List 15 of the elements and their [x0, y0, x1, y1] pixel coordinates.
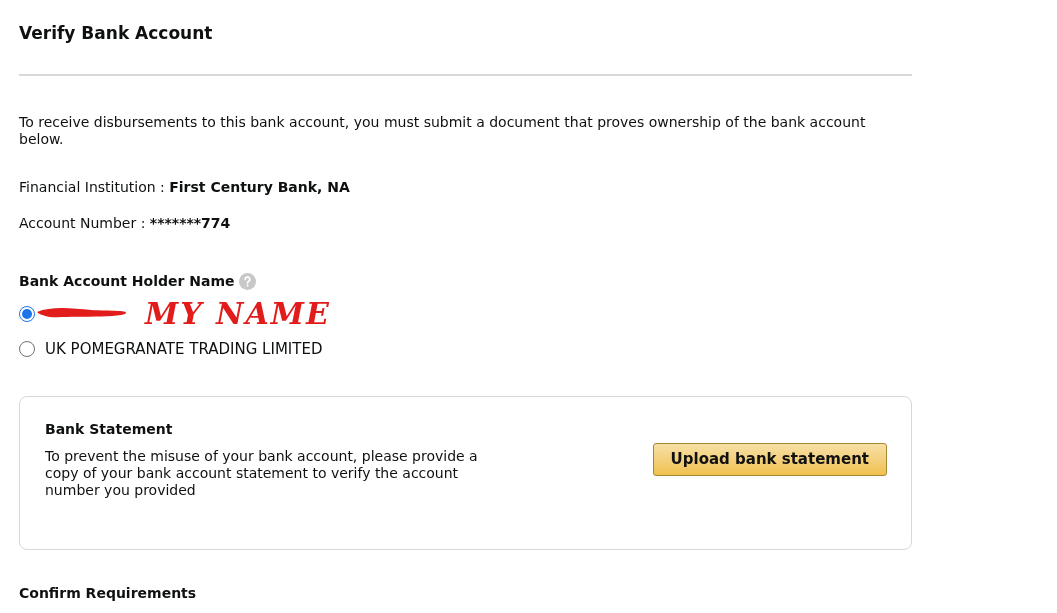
- radio-button[interactable]: [19, 306, 35, 322]
- upload-button[interactable]: Upload bank statement: [652, 443, 887, 476]
- page-title: Verify Bank Account: [19, 22, 214, 44]
- card-description: To prevent the misuse of your bank account, please provide a copy of your bank account statement to verify the account number you provided: [45, 448, 479, 499]
- handwritten-annotation: MY NAME: [145, 298, 331, 330]
- card-title: Bank Statement: [45, 420, 174, 438]
- intro-text: To receive disbursements to this bank account, you must submit a document that proves ownership of the bank account below.: [19, 114, 867, 148]
- detail-label: Financial Institution :: [19, 178, 166, 196]
- detail-value: First Century Bank, NA: [169, 178, 350, 196]
- detail-value: *******774: [149, 214, 231, 232]
- radio-label: UK POMEGRANATE TRADING LIMITED: [45, 340, 323, 358]
- detail-label: Account Number :: [19, 214, 147, 232]
- section-heading: Bank Account Holder Name: [19, 272, 235, 290]
- section-heading: Confirm Requirements: [19, 584, 198, 602]
- radio-button[interactable]: [19, 341, 35, 357]
